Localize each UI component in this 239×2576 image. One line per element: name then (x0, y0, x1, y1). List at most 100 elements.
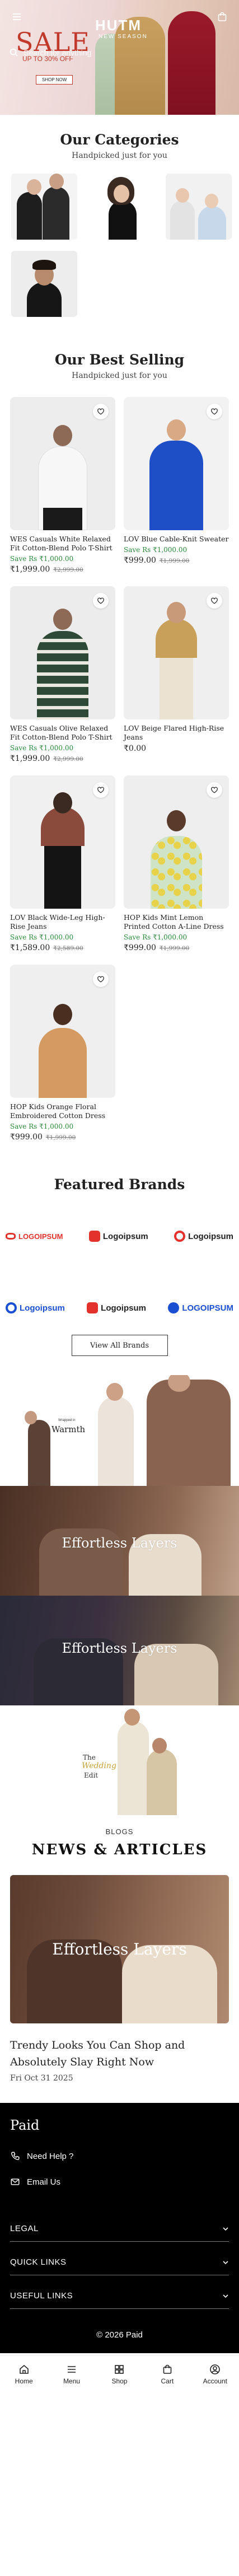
shopping-bag-icon[interactable] (214, 9, 230, 25)
footer-accordion-useful-links[interactable]: USEFUL LINKS (10, 2283, 229, 2309)
wishlist-heart-icon[interactable] (93, 782, 109, 798)
product-name[interactable]: LOV Beige Flared High-Rise Jeans (124, 724, 229, 742)
product-name[interactable]: HOP Kids Orange Floral Embroidered Cotto… (10, 1102, 115, 1120)
product-image[interactable] (124, 397, 229, 530)
wishlist-heart-icon[interactable] (93, 593, 109, 609)
product-card[interactable]: WES Casuals White Relaxed Fit Cotton-Ble… (10, 397, 115, 574)
product-price: ₹1,999.00 ₹2,999.00 (10, 565, 115, 574)
product-card[interactable]: LOV Black Wide-Leg High-Rise Jeans Save … (10, 775, 115, 952)
menu-icon[interactable] (9, 9, 25, 25)
search-bar[interactable] (9, 46, 135, 59)
email-us-link[interactable]: Email Us (10, 2177, 229, 2187)
brand-mark-icon (6, 1302, 17, 1313)
brand-logo[interactable]: LOGOIPSUM (168, 1302, 233, 1313)
category-tile[interactable] (88, 174, 154, 240)
product-savings: Save Rs ₹1,000.00 (124, 546, 188, 554)
product-image[interactable] (10, 965, 115, 1098)
product-price-original: ₹2,589.00 (53, 945, 83, 952)
product-card[interactable]: WES Casuals Olive Relaxed Fit Cotton-Ble… (10, 586, 115, 763)
nav-cart[interactable]: Cart (148, 2364, 187, 2385)
brand-logo[interactable]: Logoipsum (87, 1302, 146, 1313)
wishlist-heart-icon[interactable] (93, 971, 109, 987)
article-title[interactable]: Trendy Looks You Can Shop and Absolutely… (10, 2037, 229, 2070)
page: HUTM NEW SEASON SALE UP TO 30% OFF SHOP … (0, 0, 239, 2392)
product-image[interactable] (124, 586, 229, 719)
product-price: ₹0.00 (124, 744, 229, 753)
product-price-current: ₹1,999.00 (10, 565, 50, 574)
brand-mark-icon (87, 1302, 99, 1313)
promo-banner-warmth[interactable]: Wrapped in Warmth (0, 1375, 239, 1486)
wishlist-heart-icon[interactable] (207, 593, 222, 609)
product-savings: Save Rs ₹1,000.00 (10, 1123, 74, 1130)
product-name[interactable]: LOV Blue Cable-Knit Sweater (124, 535, 229, 544)
phone-icon (11, 2152, 20, 2161)
nav-account[interactable]: Account (195, 2364, 235, 2385)
wishlist-heart-icon[interactable] (207, 404, 222, 419)
cart-icon (163, 2364, 172, 2374)
product-price: ₹999.00 ₹1,999.00 (124, 556, 229, 565)
product-card[interactable]: LOV Blue Cable-Knit Sweater Save Rs ₹1,0… (124, 397, 229, 574)
product-card[interactable]: LOV Beige Flared High-Rise Jeans ₹0.00 (124, 586, 229, 763)
nav-home[interactable]: Home (4, 2364, 44, 2385)
categories-subtitle: Handpicked just for you (72, 151, 167, 160)
footer-accordion-legal[interactable]: LEGAL (10, 2216, 229, 2242)
footer-accordion-quick-links[interactable]: QUICK LINKS (10, 2250, 229, 2275)
wishlist-heart-icon[interactable] (93, 404, 109, 419)
article-card[interactable]: Effortless Layers Trendy Looks You Can S… (0, 1858, 239, 2083)
categories-title: Our Categories (60, 132, 179, 148)
product-price: ₹999.00 ₹1,999.00 (10, 1133, 115, 1142)
category-tile[interactable] (11, 251, 77, 317)
product-name[interactable]: WES Casuals White Relaxed Fit Cotton-Ble… (10, 535, 115, 553)
product-name[interactable]: LOV Black Wide-Leg High-Rise Jeans (10, 913, 115, 931)
product-price: ₹999.00 ₹1,999.00 (124, 943, 229, 952)
hero-shop-button[interactable]: SHOP NOW (36, 75, 73, 85)
banner-small-text: Wrapped in (58, 1419, 76, 1422)
wishlist-heart-icon[interactable] (207, 782, 222, 798)
banner-title: Effortless Layers (62, 1640, 177, 1656)
brand-logo[interactable]: Logoipsum (88, 1231, 148, 1242)
product-price: ₹1,999.00 ₹2,999.00 (10, 754, 115, 763)
view-all-brands-button[interactable]: View All Brands (71, 1335, 168, 1356)
product-image[interactable] (124, 775, 229, 909)
product-image[interactable] (10, 397, 115, 530)
article-image[interactable]: Effortless Layers (10, 1875, 229, 2023)
product-savings: Save Rs ₹1,000.00 (10, 744, 74, 752)
product-price-current: ₹1,589.00 (10, 943, 50, 952)
product-name[interactable]: HOP Kids Mint Lemon Printed Cotton A-Lin… (124, 913, 229, 931)
best-selling-subtitle: Handpicked just for you (72, 371, 167, 380)
product-grid: WES Casuals White Relaxed Fit Cotton-Ble… (0, 380, 239, 1142)
product-image[interactable] (10, 586, 115, 719)
nav-menu[interactable]: Menu (52, 2364, 91, 2385)
menu-icon (68, 2365, 76, 2373)
category-tile[interactable] (166, 174, 232, 240)
product-image[interactable] (10, 775, 115, 909)
banner-title: Wedding (82, 1761, 116, 1770)
article-image-text: Effortless Layers (52, 1940, 187, 1958)
product-price-current: ₹999.00 (10, 1133, 43, 1142)
footer-accordions: LEGAL QUICK LINKS USEFUL LINKS (10, 2216, 229, 2309)
product-price-original: ₹1,999.00 (159, 945, 190, 952)
mail-icon (11, 2178, 20, 2185)
footer-logo[interactable]: Paid (10, 2117, 229, 2133)
product-card[interactable]: HOP Kids Orange Floral Embroidered Cotto… (10, 965, 115, 1142)
product-savings: Save Rs ₹1,000.00 (10, 555, 74, 563)
blogs-section: BLOGS NEWS & ARTICLES Effortless Layers … (0, 1815, 239, 2083)
brand-logo-row: Logoipsum Logoipsum LOGOIPSUM (0, 1302, 239, 1313)
product-name[interactable]: WES Casuals Olive Relaxed Fit Cotton-Ble… (10, 724, 115, 742)
brand-logo[interactable]: Logoipsum (6, 1302, 65, 1313)
brand-logo[interactable]: LOGOIPSUM (6, 1231, 63, 1242)
search-input[interactable] (24, 48, 135, 57)
promo-banner-wedding-edit[interactable]: The Wedding Edit (0, 1705, 239, 1815)
need-help-link[interactable]: Need Help ? (10, 2151, 229, 2161)
hero-banner[interactable]: HUTM NEW SEASON SALE UP TO 30% OFF SHOP … (0, 0, 239, 115)
promo-banner-effortless-layers[interactable]: Effortless Layers (0, 1596, 239, 1705)
nav-shop[interactable]: Shop (100, 2364, 139, 2385)
chevron-down-icon (223, 2260, 228, 2264)
promo-banner-effortless-layers[interactable]: Effortless Layers (0, 1486, 239, 1596)
blogs-eyebrow: BLOGS (105, 1827, 134, 1836)
category-tile[interactable] (11, 174, 77, 240)
article-date: Fri Oct 31 2025 (10, 2074, 73, 2083)
product-card[interactable]: HOP Kids Mint Lemon Printed Cotton A-Lin… (124, 775, 229, 952)
featured-brands-title: Featured Brands (54, 1176, 185, 1193)
brand-logo[interactable]: Logoipsum (174, 1231, 233, 1242)
